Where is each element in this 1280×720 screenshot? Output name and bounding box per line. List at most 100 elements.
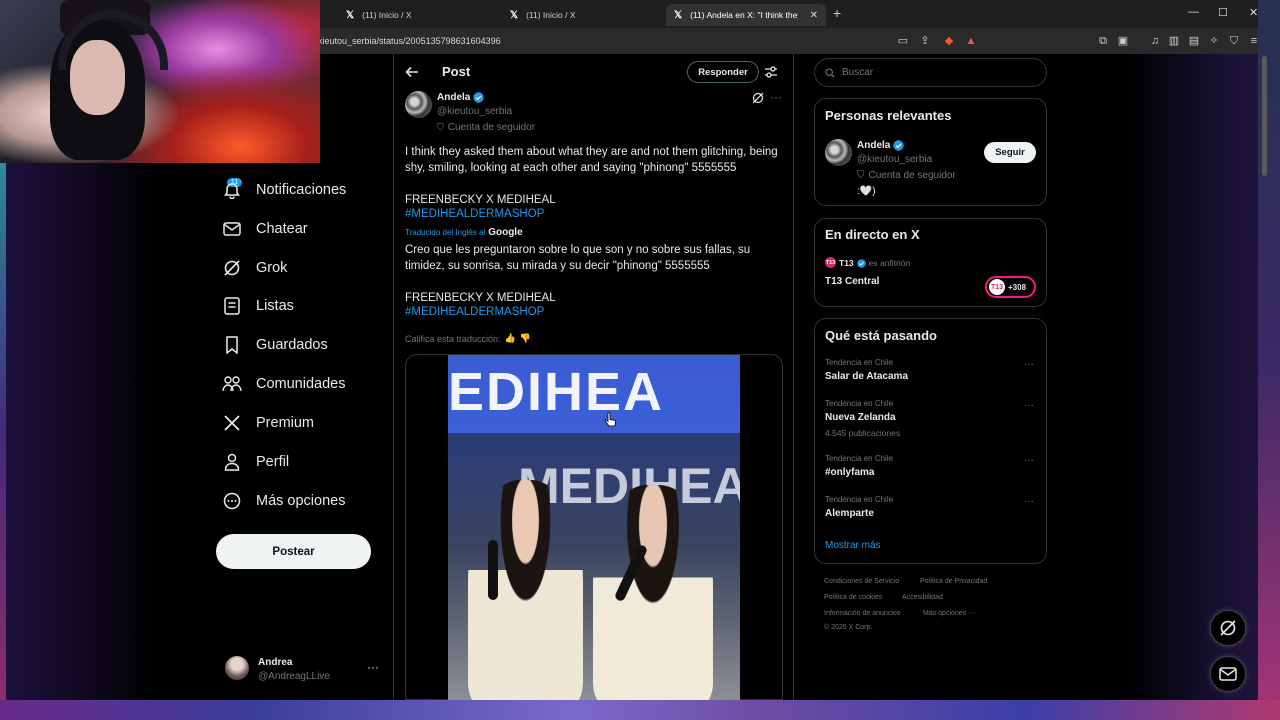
- thumbs-up-icon[interactable]: 👍: [505, 333, 516, 344]
- relevant-name-row[interactable]: Andela: [857, 140, 905, 151]
- close-tab-icon[interactable]: ✕: [810, 10, 818, 21]
- thumbs-down-icon[interactable]: 👎: [520, 333, 531, 344]
- tweet-text: I think they asked them about what they …: [405, 146, 778, 174]
- messages-fab[interactable]: [1210, 656, 1246, 692]
- account-handle[interactable]: @AndreagLLive: [258, 671, 330, 682]
- search-input[interactable]: Buscar: [814, 58, 1047, 87]
- trend-name[interactable]: Salar de Atacama: [825, 371, 908, 382]
- nav-item-perfil[interactable]: Perfil: [222, 446, 289, 478]
- search-icon: [825, 67, 835, 78]
- menu-icon[interactable]: ≡: [1247, 34, 1261, 48]
- cast-icon[interactable]: ▭: [896, 34, 910, 48]
- footer-link[interactable]: Información de anuncios: [824, 610, 900, 617]
- follow-button[interactable]: Seguir: [984, 142, 1036, 163]
- relevant-handle[interactable]: @kieutou_serbia: [857, 154, 932, 165]
- maximize-icon[interactable]: ☐: [1218, 6, 1228, 19]
- footer-link[interactable]: Condiciones de Servicio: [824, 578, 899, 585]
- new-tab-icon[interactable]: +: [833, 5, 841, 21]
- translated-line: FREENBECKY X MEDIHEAL: [405, 292, 556, 304]
- translated-hashtag-link[interactable]: #MEDIHEALDERMASHOP: [405, 306, 544, 318]
- column-divider: [393, 54, 394, 700]
- share-icon[interactable]: ⇪: [918, 34, 932, 48]
- hand-cursor-icon: [604, 412, 616, 428]
- hashtag-link[interactable]: #MEDIHEALDERMASHOP: [405, 208, 544, 220]
- more-options-icon[interactable]: ···: [770, 90, 782, 104]
- author-handle[interactable]: @kieutou_serbia: [437, 106, 512, 117]
- close-window-icon[interactable]: ✕: [1249, 6, 1258, 19]
- bookmark-icon: [222, 335, 242, 355]
- footer-link[interactable]: Política de Privacidad: [920, 578, 987, 585]
- translation-attribution: Traducido del Inglés al Google: [405, 227, 523, 238]
- trend-more-icon[interactable]: ···: [1024, 496, 1034, 507]
- bell-icon: [222, 180, 242, 200]
- trend-name[interactable]: #onlyfama: [825, 467, 874, 478]
- author-name[interactable]: Andela: [437, 92, 470, 103]
- trend-name[interactable]: Nueva Zelanda: [825, 412, 896, 423]
- reply-button[interactable]: Responder: [687, 61, 759, 83]
- relevant-name[interactable]: Andela: [857, 140, 890, 151]
- more-circle-icon: [222, 491, 242, 511]
- trends-card: [814, 318, 1047, 564]
- back-arrow-icon[interactable]: [404, 64, 420, 80]
- extensions-icon[interactable]: ⧉: [1096, 34, 1110, 48]
- mail-icon: [1219, 667, 1237, 681]
- sidebar-icon[interactable]: ▥: [1167, 34, 1181, 48]
- footer-link[interactable]: Accesibilidad: [902, 594, 943, 601]
- music-icon[interactable]: ♫: [1148, 34, 1162, 48]
- nav-item-label: Notificaciones: [256, 182, 347, 198]
- tweet-media-image[interactable]: EDIHEA MEDIHEAL: [448, 355, 740, 700]
- minimize-icon[interactable]: —: [1188, 6, 1199, 18]
- author-avatar[interactable]: [405, 91, 432, 118]
- account-avatar[interactable]: [225, 656, 249, 680]
- t13-logo-icon: T13: [825, 257, 836, 268]
- x-favicon-icon: 𝕏: [510, 9, 519, 21]
- browser-tab-active[interactable]: 𝕏 (11) Andela en X: "I think they ask ✕: [666, 4, 826, 26]
- nav-item-label: Chatear: [256, 221, 308, 237]
- nav-item-grok[interactable]: Grok: [222, 252, 287, 284]
- verified-badge-icon: [856, 258, 866, 268]
- vpn-icon[interactable]: ⛉: [1227, 34, 1241, 48]
- nav-item-más-opciones[interactable]: Más opciones: [222, 485, 345, 517]
- nav-item-chatear[interactable]: Chatear: [222, 213, 308, 245]
- brave-shield-icon[interactable]: ◆: [942, 34, 956, 48]
- trend-more-icon[interactable]: ···: [1024, 455, 1034, 466]
- desktop-edge-left: [0, 160, 6, 700]
- brave-rewards-icon[interactable]: ▲: [964, 34, 978, 48]
- scrollbar-thumb[interactable]: [1262, 56, 1267, 176]
- nav-item-premium[interactable]: Premium: [222, 407, 314, 439]
- account-name[interactable]: Andrea: [258, 657, 292, 668]
- trend-post-count: 4.545 publicaciones: [825, 428, 901, 438]
- live-broadcast-name[interactable]: T13 Central: [825, 276, 879, 287]
- person-right: [593, 485, 713, 700]
- nav-item-listas[interactable]: Listas: [222, 290, 294, 322]
- show-more-link[interactable]: Mostrar más: [825, 540, 881, 551]
- nav-item-label: Grok: [256, 260, 288, 276]
- footer-link[interactable]: Política de cookies: [824, 594, 882, 601]
- account-more-icon[interactable]: ···: [367, 660, 379, 674]
- trend-name[interactable]: Alemparte: [825, 508, 874, 519]
- tune-icon[interactable]: [764, 65, 778, 79]
- relevant-avatar[interactable]: [825, 139, 852, 166]
- trend-more-icon[interactable]: ···: [1024, 400, 1034, 411]
- browser-tab[interactable]: 𝕏 (11) Inicio / X: [502, 4, 662, 26]
- nav-item-guardados[interactable]: Guardados: [222, 329, 328, 361]
- grok-fab[interactable]: [1210, 610, 1246, 646]
- nav-item-comunidades[interactable]: Comunidades: [222, 368, 345, 400]
- address-bar[interactable]: kieutou_serbia/status/200513579863160439…: [318, 36, 501, 46]
- leo-icon[interactable]: ✧: [1207, 34, 1221, 48]
- author-name-row[interactable]: Andela: [437, 92, 485, 103]
- nav-item-label: Más opciones: [256, 493, 346, 509]
- rate-translation: Califica esta traducción: 👍 👎: [405, 333, 531, 344]
- post-button[interactable]: Postear: [216, 534, 371, 569]
- live-listeners-pill[interactable]: T13 +308: [985, 276, 1036, 298]
- reader-icon[interactable]: ▣: [1116, 34, 1130, 48]
- browser-tab[interactable]: 𝕏 (11) Inicio / X: [338, 4, 498, 26]
- trend-category: Tendencia en Chile: [825, 454, 894, 463]
- wallet-icon[interactable]: ▤: [1187, 34, 1201, 48]
- footer-link[interactable]: Más opciones ···: [923, 610, 975, 617]
- trend-more-icon[interactable]: ···: [1024, 359, 1034, 370]
- nav-item-notificaciones[interactable]: Notificaciones: [222, 174, 346, 206]
- grok-icon[interactable]: [752, 92, 764, 104]
- live-title: En directo en X: [825, 227, 920, 242]
- grok-icon: [1220, 620, 1236, 636]
